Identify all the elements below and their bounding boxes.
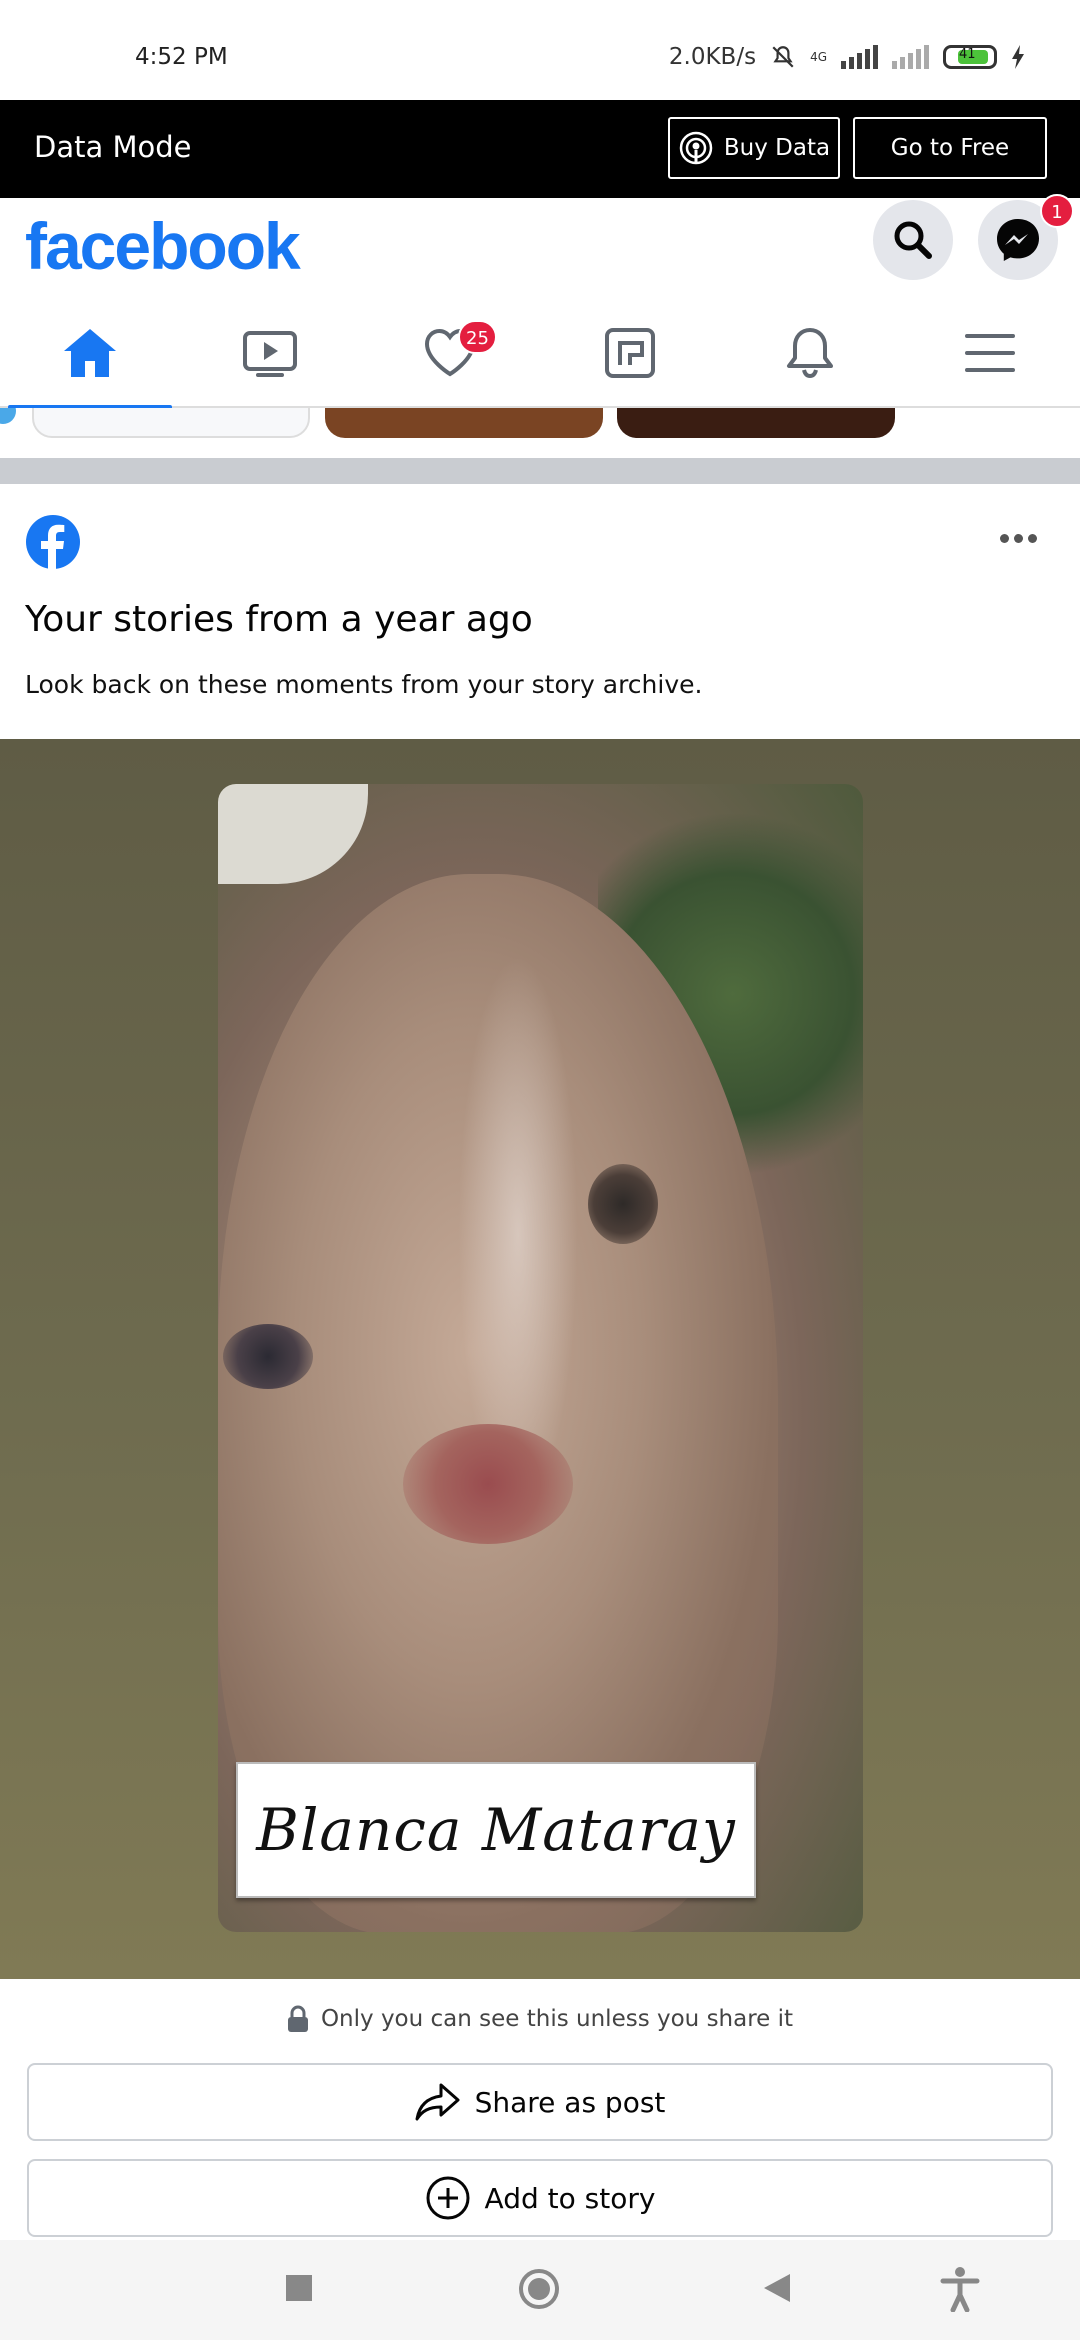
go-to-free-button[interactable]: Go to Free bbox=[853, 117, 1047, 179]
share-arrow-icon bbox=[415, 2083, 460, 2121]
gaming-icon bbox=[605, 328, 655, 378]
facebook-logo[interactable]: facebook bbox=[25, 208, 301, 284]
memory-post-header: Your stories from a year ago Look back o… bbox=[0, 484, 1080, 739]
dating-badge: 25 bbox=[458, 320, 497, 354]
story-thumb-partial[interactable] bbox=[0, 408, 16, 424]
battery-icon: 41 bbox=[943, 45, 997, 69]
network-type: 4G bbox=[810, 50, 827, 64]
mute-bell-icon bbox=[772, 46, 794, 68]
tab-gaming[interactable] bbox=[540, 298, 720, 408]
battery-level: 41 bbox=[959, 47, 976, 62]
share-as-post-label: Share as post bbox=[474, 2085, 666, 2119]
data-mode-title: Data Mode bbox=[34, 130, 192, 164]
messenger-icon bbox=[997, 219, 1039, 261]
broadcast-icon bbox=[679, 131, 713, 165]
status-bar: 4:52 PM 2.0KB/s 4G 41 bbox=[0, 0, 1080, 100]
tab-home[interactable] bbox=[0, 298, 180, 410]
tab-bar: 25 bbox=[0, 298, 1080, 410]
hamburger-icon bbox=[965, 334, 1015, 372]
tab-notifications[interactable] bbox=[720, 298, 900, 408]
messenger-button[interactable]: 1 bbox=[978, 194, 1074, 280]
signal-secondary-icon bbox=[892, 45, 929, 69]
bell-icon bbox=[787, 328, 833, 379]
feed-divider bbox=[0, 458, 1080, 484]
privacy-text: Only you can see this unless you share i… bbox=[320, 2006, 794, 2032]
story-media-area: Blanca Mataray bbox=[0, 739, 1080, 1979]
lock-icon bbox=[287, 2005, 308, 2032]
status-time: 4:52 PM bbox=[135, 44, 228, 70]
stories-strip[interactable] bbox=[0, 408, 1080, 458]
back-button[interactable] bbox=[762, 2272, 792, 2308]
accessibility-icon bbox=[940, 2267, 980, 2313]
story-thumb[interactable] bbox=[32, 408, 310, 438]
circle-home-icon bbox=[519, 2269, 559, 2309]
search-button[interactable] bbox=[873, 200, 953, 280]
home-system-button[interactable] bbox=[518, 2268, 560, 2314]
buy-data-button[interactable]: Buy Data bbox=[668, 117, 840, 179]
network-speed: 2.0KB/s bbox=[668, 44, 757, 70]
app-header: facebook 1 bbox=[0, 194, 1080, 298]
messenger-badge: 1 bbox=[1040, 194, 1074, 228]
photo-nose bbox=[403, 1424, 573, 1544]
back-triangle-icon bbox=[764, 2274, 790, 2302]
share-as-post-button[interactable]: Share as post bbox=[27, 2063, 1053, 2141]
status-icons: 2.0KB/s 4G 41 bbox=[669, 44, 1025, 70]
square-icon bbox=[286, 2275, 312, 2301]
search-icon bbox=[894, 221, 932, 259]
signal-icon bbox=[841, 45, 878, 69]
add-circle-icon bbox=[426, 2176, 470, 2220]
tab-dating[interactable]: 25 bbox=[360, 298, 540, 408]
story-thumb[interactable] bbox=[325, 408, 603, 438]
tab-menu[interactable] bbox=[900, 298, 1080, 408]
go-to-free-label: Go to Free bbox=[890, 135, 1010, 161]
photo-background bbox=[218, 784, 368, 884]
story-name-text: Blanca Mataray bbox=[256, 1796, 736, 1864]
data-mode-bar: Data Mode Buy Data Go to Free bbox=[0, 100, 1080, 198]
add-to-story-label: Add to story bbox=[484, 2181, 656, 2215]
post-subtitle: Look back on these moments from your sto… bbox=[25, 670, 703, 699]
tab-watch[interactable] bbox=[180, 298, 360, 408]
story-thumb[interactable] bbox=[617, 408, 895, 438]
charging-icon bbox=[1012, 45, 1024, 69]
buy-data-label: Buy Data bbox=[723, 135, 831, 161]
add-to-story-button[interactable]: Add to story bbox=[27, 2159, 1053, 2237]
accessibility-button[interactable] bbox=[940, 2266, 980, 2316]
more-options-icon[interactable] bbox=[1000, 534, 1037, 543]
post-title: Your stories from a year ago bbox=[25, 599, 533, 640]
story-name-tag: Blanca Mataray bbox=[236, 1762, 756, 1898]
photo-eye bbox=[588, 1164, 658, 1244]
photo-eye bbox=[223, 1324, 313, 1389]
video-icon bbox=[243, 331, 297, 377]
story-preview-card[interactable]: Blanca Mataray bbox=[218, 784, 863, 1932]
system-nav-bar bbox=[0, 2240, 1080, 2340]
facebook-round-icon bbox=[26, 515, 80, 570]
home-icon bbox=[64, 329, 116, 377]
privacy-note: Only you can see this unless you share i… bbox=[0, 1979, 1080, 2059]
recents-button[interactable] bbox=[285, 2274, 313, 2306]
